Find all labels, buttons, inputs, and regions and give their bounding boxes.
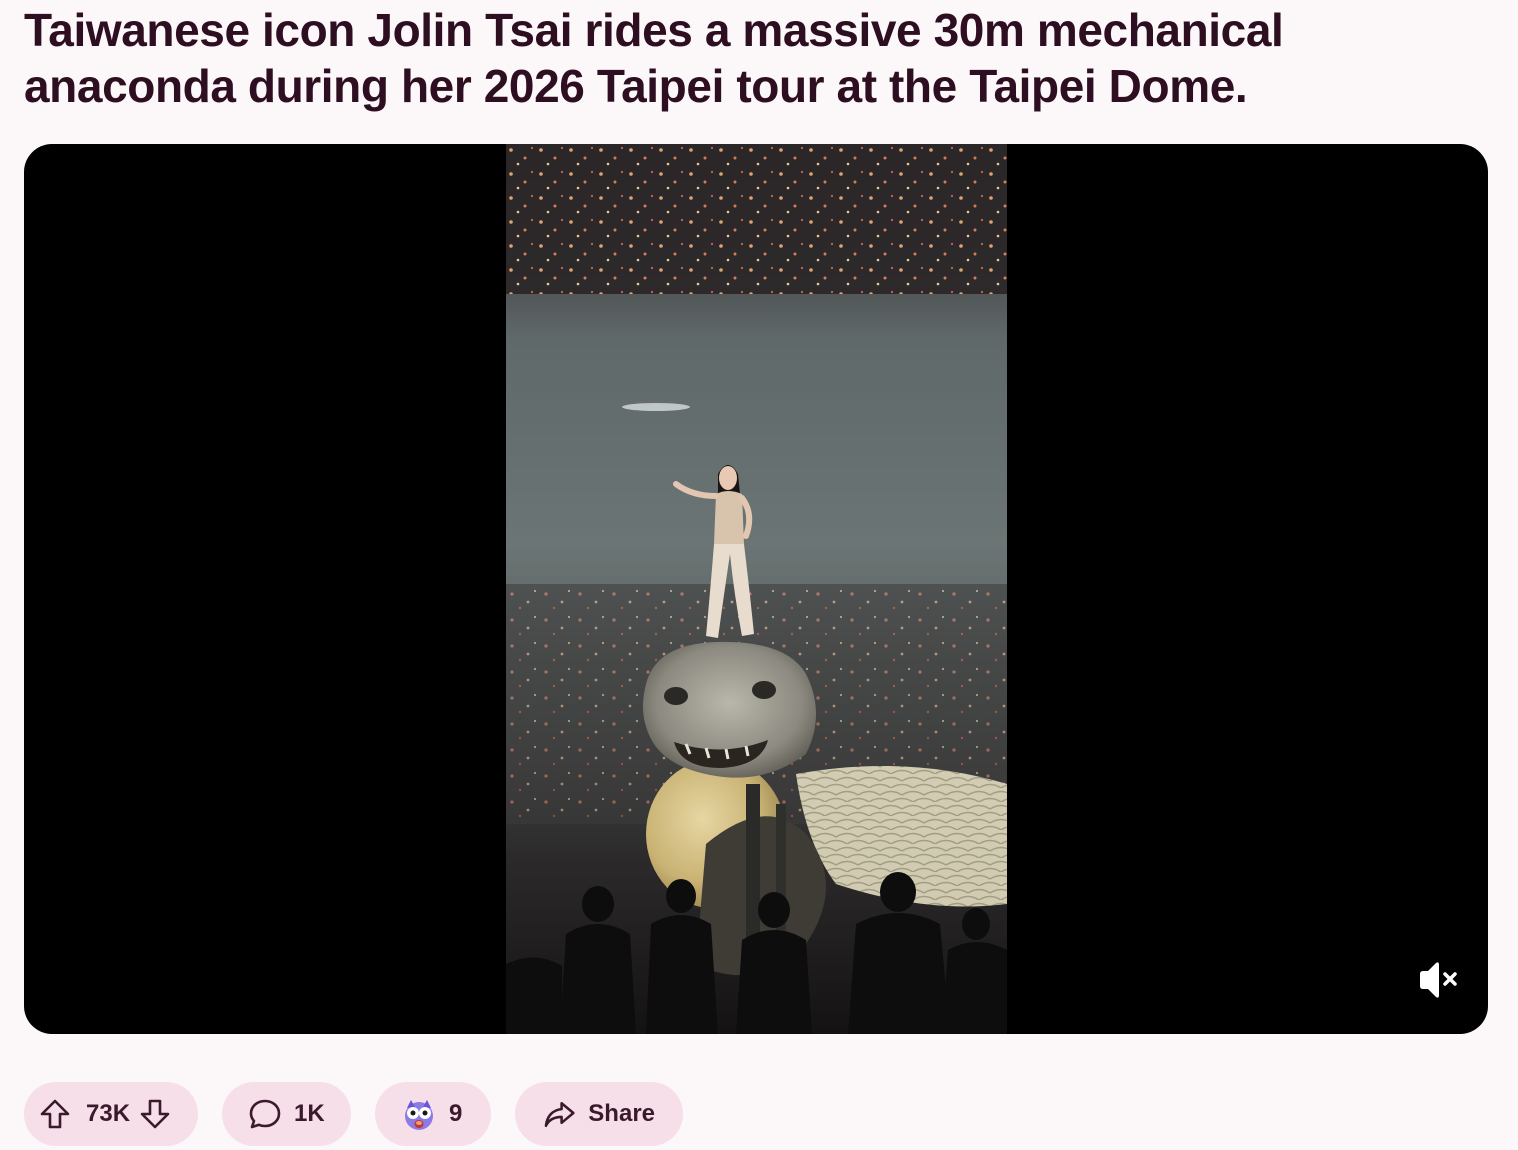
mute-toggle-button[interactable] — [1414, 960, 1462, 1000]
speaker-muted-icon — [1420, 962, 1457, 998]
arrow-down-icon — [140, 1099, 170, 1129]
vote-control: 73K — [24, 1082, 198, 1146]
upvote-button[interactable] — [38, 1097, 72, 1131]
share-label: Share — [588, 1100, 655, 1127]
speech-bubble-icon — [249, 1099, 281, 1129]
share-arrow-icon — [544, 1101, 575, 1128]
award-button[interactable]: 9 — [375, 1082, 491, 1146]
downvote-button[interactable] — [138, 1097, 172, 1131]
post-container: Taiwanese icon Jolin Tsai rides a massiv… — [0, 0, 1518, 1150]
video-still-image — [506, 144, 1007, 1034]
arrow-up-icon — [40, 1099, 70, 1129]
video-player[interactable] — [24, 144, 1488, 1034]
video-frame[interactable] — [506, 144, 1007, 1034]
comment-count: 1K — [294, 1100, 325, 1127]
award-count: 9 — [449, 1100, 463, 1127]
comments-button[interactable]: 1K — [222, 1082, 351, 1146]
shocked-face-award-icon — [405, 1100, 433, 1130]
upvote-count: 73K — [86, 1100, 131, 1127]
share-button[interactable]: Share — [515, 1082, 683, 1146]
post-title[interactable]: Taiwanese icon Jolin Tsai rides a massiv… — [24, 2, 1464, 114]
